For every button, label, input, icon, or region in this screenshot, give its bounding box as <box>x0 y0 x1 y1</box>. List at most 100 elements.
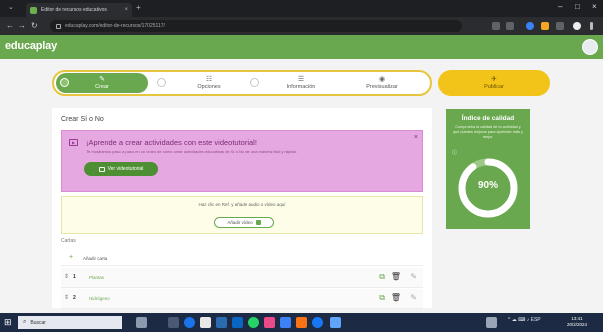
tutorial-subtitle: Te mostramos paso a paso en un vídeo de … <box>86 149 297 154</box>
step-indicator <box>250 78 259 87</box>
duplicate-icon[interactable]: ⧉ <box>379 272 385 282</box>
url-input[interactable]: educaplay.com/editor-de-recursos/1702511… <box>50 20 462 32</box>
row-number: 2 <box>73 295 76 301</box>
media-icon <box>255 220 261 225</box>
step-label: Información <box>286 83 316 90</box>
extension-orange-icon[interactable] <box>541 22 549 30</box>
table-row[interactable]: ⇕ 1 Plantas ⧉ 🗑 ✎ <box>61 268 423 288</box>
new-tab-button[interactable]: + <box>136 3 141 12</box>
close-icon[interactable]: × <box>414 134 418 141</box>
extension-blue-icon[interactable] <box>526 22 534 30</box>
delete-icon[interactable]: 🗑 <box>391 293 401 303</box>
tab-search-icon[interactable]: ⌄ <box>8 3 14 11</box>
plus-icon: + <box>69 254 74 261</box>
media-hint: Haz clic en Ref. y añade audio o vídeo a… <box>198 202 286 207</box>
quality-index-card: Índice de calidad Comprueba la calidad d… <box>446 109 530 229</box>
reload-icon[interactable]: ↻ <box>31 21 38 30</box>
whatsapp-icon[interactable] <box>248 317 259 328</box>
tutorial-title: ¡Aprende a crear actividades con este vi… <box>86 138 257 147</box>
task-view-icon[interactable] <box>168 317 179 328</box>
step-indicator <box>157 78 166 87</box>
facebook-icon[interactable] <box>312 317 323 328</box>
close-window-icon[interactable]: × <box>592 2 597 11</box>
section-label: Cartas <box>61 238 76 244</box>
watch-tutorial-button[interactable]: Ver videotutorial <box>84 162 158 176</box>
translate-icon[interactable] <box>492 22 500 30</box>
chrome-icon[interactable] <box>184 317 195 328</box>
table-row[interactable]: ⇕ 2 Hidrógeno ⧉ 🗑 ✎ <box>61 289 423 309</box>
options-icon: ☷ <box>205 75 213 83</box>
row-text: Hidrógeno <box>89 296 110 301</box>
step-crear[interactable]: ✎ Crear <box>56 73 148 93</box>
watch-tutorial-label: Ver videotutorial <box>107 166 144 172</box>
search-placeholder: Buscar <box>30 319 46 326</box>
drag-handle-icon[interactable]: ⇕ <box>64 294 69 301</box>
step-label: Previsualizar <box>366 83 398 90</box>
editor-panel: Crear Sí o No ▶ ¡Aprende a crear activid… <box>52 108 432 309</box>
system-tray[interactable]: ^ ☁ ⌨ ♪ ESP <box>508 317 541 323</box>
quality-title: Índice de calidad <box>461 115 515 122</box>
mail-icon[interactable] <box>216 317 227 328</box>
back-icon[interactable]: ← <box>6 21 14 30</box>
quality-value: 90% <box>477 180 498 191</box>
taskbar-search[interactable]: ⌕ Buscar <box>18 316 122 329</box>
favicon-icon <box>30 6 37 14</box>
educaplay-logo[interactable]: educaplay <box>5 40 57 52</box>
menu-dots-icon[interactable] <box>590 22 593 30</box>
clock-date: 20/2/2024 <box>566 322 587 327</box>
quality-description: Comprueba la calidad de tu actividad y q… <box>453 125 523 139</box>
browser-tab-strip: ⌄ Editor de recursos educativos × + – □ … <box>0 0 603 17</box>
row-text: Plantas <box>89 275 105 280</box>
weather-icon[interactable] <box>136 317 147 328</box>
app-header: educaplay <box>0 35 603 59</box>
step-label: Opciones <box>197 83 221 90</box>
clock[interactable]: 13:41 20/2/2024 <box>567 316 587 328</box>
extensions-puzzle-icon[interactable] <box>556 22 564 30</box>
app-icon[interactable] <box>330 317 341 328</box>
step-informacion[interactable]: ☰ Información <box>266 74 336 92</box>
quality-gauge: 90% <box>455 155 521 221</box>
video-icon: ▶ <box>69 139 78 146</box>
duplicate-icon[interactable]: ⧉ <box>379 293 385 303</box>
step-label: Crear <box>95 83 109 90</box>
step-previsualizar[interactable]: ◉ Previsualizar <box>347 74 417 92</box>
play-icon <box>98 166 105 172</box>
file-explorer-icon[interactable] <box>200 317 211 328</box>
photos-icon[interactable] <box>264 317 275 328</box>
tutorial-banner: ▶ ¡Aprende a crear actividades con este … <box>61 130 423 192</box>
drag-handle-icon[interactable]: ⇕ <box>64 273 69 280</box>
profile-icon[interactable] <box>573 22 581 30</box>
url-text: educaplay.com/editor-de-recursos/1702511… <box>65 23 165 29</box>
maximize-icon[interactable]: □ <box>575 2 580 11</box>
media-dropzone[interactable]: Haz clic en Ref. y añade audio o vídeo a… <box>61 196 423 234</box>
keyboard-icon[interactable] <box>486 317 497 328</box>
bookmark-star-icon[interactable] <box>506 22 514 30</box>
add-media-button[interactable]: Añadir vídeo <box>214 217 274 228</box>
tab-close-icon[interactable]: × <box>124 7 128 13</box>
store-icon[interactable] <box>280 317 291 328</box>
tab-title: Editor de recursos educativos <box>41 7 107 13</box>
browser-tab[interactable]: Editor de recursos educativos × <box>26 3 132 17</box>
send-icon: ✈ <box>491 75 497 83</box>
step-opciones[interactable]: ☷ Opciones <box>174 74 244 92</box>
minimize-icon[interactable]: – <box>558 2 562 11</box>
add-media-label: Añadir vídeo <box>227 220 253 225</box>
user-avatar[interactable] <box>582 39 598 55</box>
app-icon[interactable] <box>296 317 307 328</box>
publish-button[interactable]: ✈ Publicar <box>438 70 550 96</box>
edge-icon[interactable] <box>232 317 243 328</box>
edit-icon[interactable]: ✎ <box>410 272 417 282</box>
add-card-button[interactable]: + Añadir carta <box>61 252 423 266</box>
pencil-icon: ✎ <box>99 75 105 83</box>
forward-icon[interactable]: → <box>18 21 26 30</box>
lock-icon <box>56 23 61 29</box>
search-icon: ⌕ <box>23 319 27 325</box>
editor-step-bar: ✎ Crear ☷ Opciones ☰ Información ◉ Previ… <box>52 70 432 96</box>
windows-start-icon[interactable]: ⊞ <box>4 318 13 327</box>
edit-icon[interactable]: ✎ <box>410 293 417 303</box>
row-number: 1 <box>73 274 76 280</box>
delete-icon[interactable]: 🗑 <box>391 272 401 282</box>
publish-label: Publicar <box>484 83 504 90</box>
step-indicator-active <box>60 78 69 87</box>
eye-icon: ◉ <box>378 75 386 83</box>
